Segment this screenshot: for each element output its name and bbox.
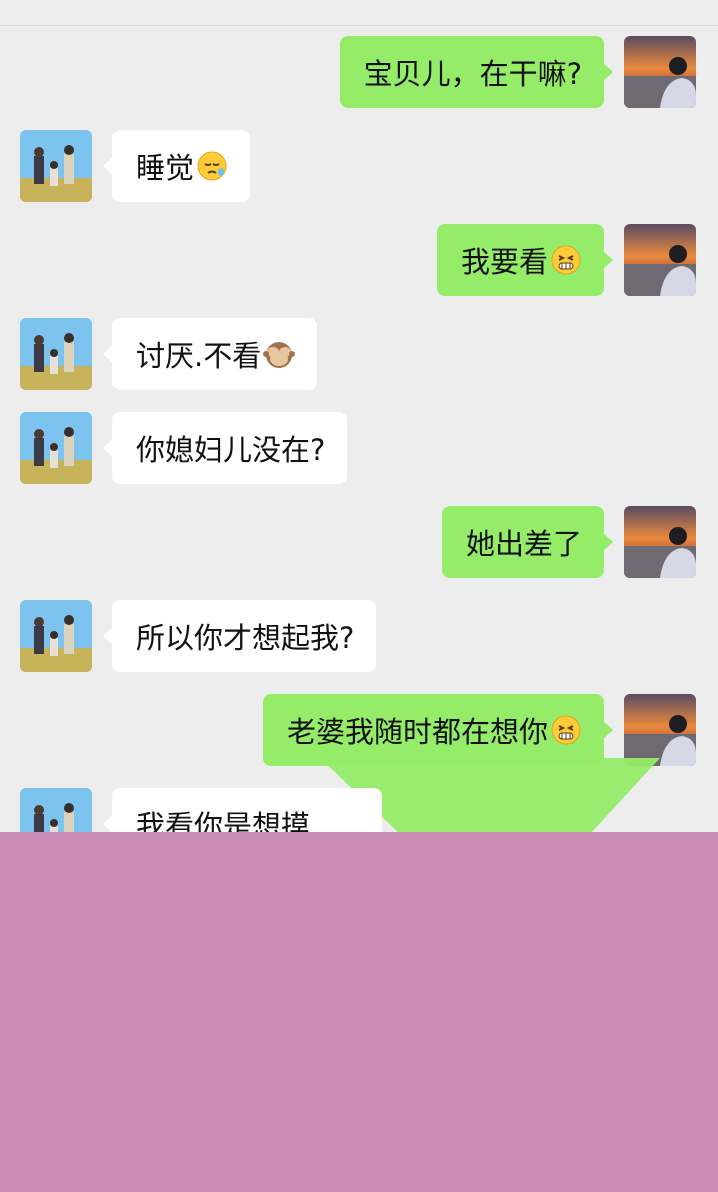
grinning-face-icon [550, 244, 582, 276]
message-text: 我看你是想摸 [136, 809, 311, 832]
message-text: 所以你才想起我? [136, 621, 355, 655]
family-avatar-image [20, 788, 92, 832]
message-row: 讨厌.不看 [0, 318, 718, 390]
message-row: 宝贝儿，在干嘛? [0, 36, 718, 108]
message-bubble-self[interactable]: 宝贝儿，在干嘛? [339, 36, 614, 108]
message-row: 老婆我随时都在想你 [0, 694, 718, 766]
message-row: 她出差了 [0, 506, 718, 578]
contact-avatar[interactable] [20, 600, 92, 672]
self-avatar[interactable] [624, 36, 696, 108]
self-avatar[interactable] [624, 224, 696, 296]
family-avatar-image [20, 318, 92, 390]
contact-avatar[interactable] [20, 318, 92, 390]
sleepy-face-icon [196, 150, 228, 182]
sunset-avatar-image [624, 694, 696, 766]
self-avatar[interactable] [624, 694, 696, 766]
family-avatar-image [20, 412, 92, 484]
message-bubble-other[interactable]: 睡觉 [102, 130, 251, 202]
message-bubble-self[interactable]: 老婆我随时都在想你 [262, 694, 614, 766]
message-bubble-other[interactable]: 所以你才想起我? [102, 600, 377, 672]
family-avatar-image [20, 600, 92, 672]
message-row: 睡觉 [0, 130, 718, 202]
top-bar [0, 0, 718, 26]
contact-avatar[interactable] [20, 130, 92, 202]
message-row: 我要看 [0, 224, 718, 296]
see-no-evil-monkey-icon [263, 338, 296, 370]
message-text: 她出差了 [465, 527, 582, 561]
message-bubble-other[interactable]: 我看你是想摸 [103, 788, 382, 832]
message-bubble-other[interactable]: 你媳妇儿没在? [102, 412, 348, 484]
contact-avatar[interactable] [20, 788, 92, 832]
sunset-avatar-image [624, 224, 696, 296]
family-avatar-image [20, 130, 92, 202]
message-text: 我要看 [460, 245, 548, 279]
message-text: 宝贝儿，在干嘛? [363, 57, 582, 91]
message-bubble-self[interactable]: 我要看 [436, 224, 614, 296]
cover-overlay [0, 832, 718, 1192]
sunset-avatar-image [624, 36, 696, 108]
message-text: 睡觉 [136, 151, 195, 185]
message-bubble-self[interactable]: 她出差了 [441, 506, 614, 578]
message-text: 你媳妇儿没在? [136, 433, 326, 467]
message-bubble-other[interactable]: 讨厌.不看 [102, 318, 318, 390]
grinning-face-icon [550, 714, 582, 746]
contact-avatar[interactable] [20, 412, 92, 484]
message-text: 讨厌.不看 [136, 339, 262, 373]
self-avatar[interactable] [624, 506, 696, 578]
message-row: 我看你是想摸 [0, 788, 718, 832]
message-row: 你媳妇儿没在? [0, 412, 718, 484]
sunset-avatar-image [624, 506, 696, 578]
message-row: 所以你才想起我? [0, 600, 718, 672]
message-text: 老婆我随时都在想你 [286, 715, 548, 749]
